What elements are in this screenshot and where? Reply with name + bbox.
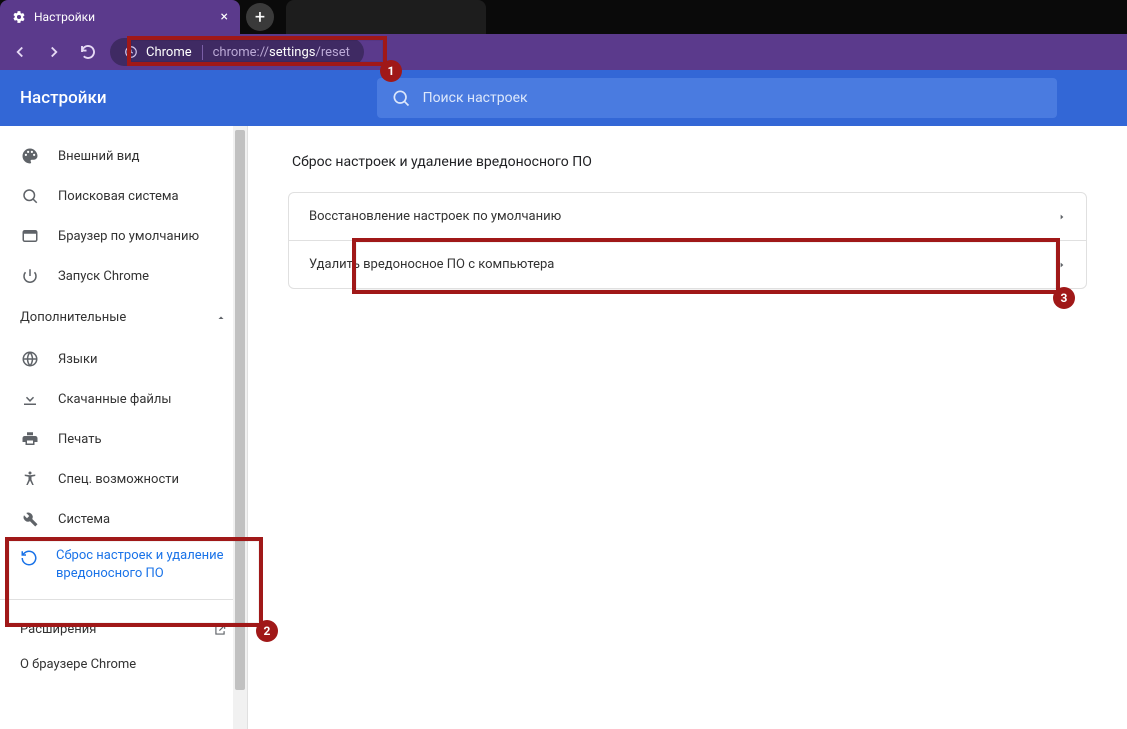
chevron-up-icon — [215, 312, 227, 324]
download-icon — [20, 390, 40, 408]
wrench-icon — [20, 510, 40, 528]
sidebar-item-label: Языки — [58, 352, 98, 367]
sidebar-item-search-engine[interactable]: Поисковая система — [0, 176, 247, 216]
search-icon — [391, 88, 411, 108]
tab-inactive[interactable] — [286, 0, 486, 34]
sidebar-item-languages[interactable]: Языки — [0, 339, 247, 379]
annotation-box-1 — [127, 36, 387, 66]
forward-icon[interactable] — [42, 40, 66, 64]
settings-header: Настройки — [0, 70, 1127, 126]
tab-settings[interactable]: Настройки × — [0, 0, 240, 34]
gear-icon — [12, 10, 26, 24]
print-icon — [20, 430, 40, 448]
reload-icon[interactable] — [76, 40, 100, 64]
sidebar-item-print[interactable]: Печать — [0, 419, 247, 459]
a11y-icon — [20, 470, 40, 488]
sidebar-item-label: Печать — [58, 432, 102, 447]
globe-icon — [20, 350, 40, 368]
chevron-right-icon — [1058, 211, 1066, 223]
sidebar-item-accessibility[interactable]: Спец. возможности — [0, 459, 247, 499]
annotation-badge-3: 3 — [1053, 287, 1075, 309]
sidebar-item-on-startup[interactable]: Запуск Chrome — [0, 256, 247, 296]
sidebar-about-label: О браузере Chrome — [20, 657, 136, 672]
search-input[interactable] — [423, 90, 1043, 106]
sidebar-item-label: Система — [58, 512, 110, 527]
sidebar-item-about[interactable]: О браузере Chrome — [0, 651, 247, 686]
sidebar-item-downloads[interactable]: Скачанные файлы — [0, 379, 247, 419]
sidebar-item-label: Скачанные файлы — [58, 392, 172, 407]
settings-content: Сброс настроек и удаление вредоносного П… — [248, 126, 1127, 729]
row-label: Восстановление настроек по умолчанию — [309, 209, 561, 224]
annotation-box-3 — [352, 238, 1060, 294]
annotation-badge-2: 2 — [256, 620, 278, 642]
sidebar-item-appearance[interactable]: Внешний вид — [0, 136, 247, 176]
power-icon — [20, 267, 40, 285]
sidebar-advanced-toggle[interactable]: Дополнительные — [0, 296, 247, 339]
palette-icon — [20, 147, 40, 165]
new-tab-button[interactable]: + — [246, 3, 274, 31]
browser-tab-strip: Настройки × + — [0, 0, 1127, 34]
close-icon[interactable]: × — [221, 9, 228, 25]
row-restore-defaults[interactable]: Восстановление настроек по умолчанию — [289, 193, 1086, 240]
search-icon — [20, 187, 40, 205]
tab-title: Настройки — [34, 10, 95, 24]
annotation-box-2 — [5, 537, 263, 627]
sidebar-advanced-label: Дополнительные — [20, 310, 126, 325]
sidebar-item-label: Поисковая система — [58, 189, 179, 204]
section-title: Сброс настроек и удаление вредоносного П… — [292, 154, 1087, 170]
annotation-badge-1: 1 — [380, 60, 402, 82]
settings-search[interactable] — [377, 78, 1057, 118]
page-title: Настройки — [20, 88, 107, 108]
back-icon[interactable] — [8, 40, 32, 64]
sidebar-scrollbar[interactable] — [233, 126, 247, 729]
sidebar-item-label: Спец. возможности — [58, 472, 179, 487]
sidebar-item-label: Браузер по умолчанию — [58, 229, 199, 244]
settings-sidebar: Внешний вид Поисковая система Браузер по… — [0, 126, 248, 729]
browser-icon — [20, 227, 40, 245]
sidebar-item-label: Внешний вид — [58, 149, 140, 164]
sidebar-item-label: Запуск Chrome — [58, 269, 149, 284]
sidebar-item-default-browser[interactable]: Браузер по умолчанию — [0, 216, 247, 256]
sidebar-item-system[interactable]: Система — [0, 499, 247, 539]
